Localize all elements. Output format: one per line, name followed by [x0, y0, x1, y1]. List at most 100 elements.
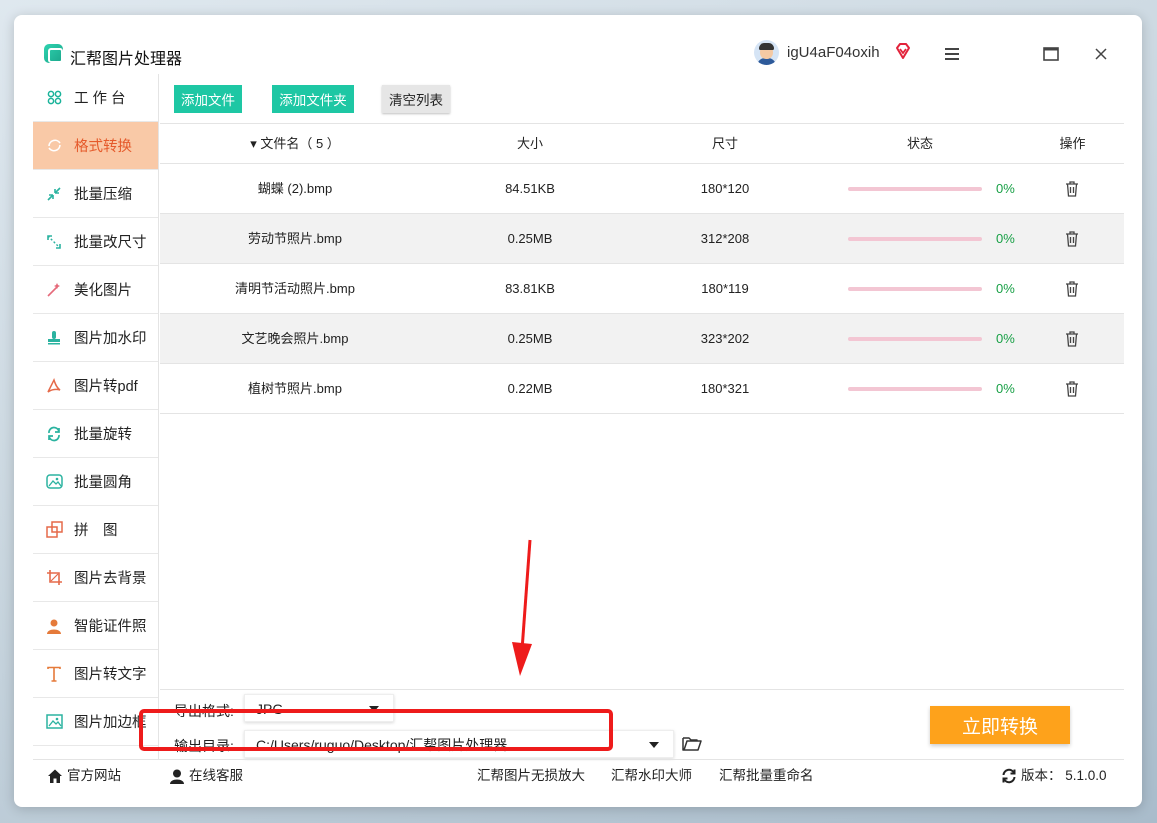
sidebar-item-round-corner[interactable]: 批量圆角 [33, 458, 158, 506]
file-name: 清明节活动照片.bmp [235, 281, 355, 296]
sidebar-item-label: 图片去背景 [74, 571, 147, 587]
puzzle-icon [45, 521, 63, 539]
sidebar-item-label: 图片加边框 [74, 715, 147, 731]
header-size: 大小 [516, 136, 543, 151]
add-folder-button[interactable]: 添加文件夹 [272, 85, 354, 113]
close-button[interactable] [1086, 39, 1116, 69]
file-dimensions: 180*120 [700, 181, 750, 196]
table-row[interactable]: 植树节照片.bmp 0.22MB 180*321 0% [160, 364, 1124, 414]
file-size: 0.25MB [507, 331, 553, 346]
header-status: 状态 [906, 136, 933, 151]
sidebar-item-puzzle[interactable]: 拼 图 [33, 506, 158, 554]
sidebar-item-label: 美化图片 [74, 283, 132, 299]
file-dimensions: 312*208 [700, 231, 750, 246]
file-table: ▾ 文件名（ 5 ） 大小 尺寸 状态 操作 蝴蝶 (2).bmp 84.51K… [160, 124, 1124, 414]
crop-icon [45, 569, 63, 587]
hamburger-icon [945, 48, 959, 60]
progress-percent: 0% [996, 381, 1015, 396]
sidebar-item-beautify[interactable]: 美化图片 [33, 266, 158, 314]
trash-icon[interactable] [1065, 331, 1079, 347]
batch-rename-link[interactable]: 汇帮批量重命名 [719, 760, 814, 792]
sidebar-item-label: 批量圆角 [74, 475, 132, 491]
sidebar-item-workbench[interactable]: 工 作 台 [33, 74, 158, 122]
file-dimensions: 180*119 [701, 281, 749, 296]
convert-icon [45, 137, 63, 155]
lossless-upscale-link[interactable]: 汇帮图片无损放大 [477, 760, 585, 792]
sidebar-item-to-pdf[interactable]: 图片转pdf [33, 362, 158, 410]
title-bar: 汇帮图片处理器 igU4aF04oxih [14, 15, 1142, 73]
sidebar-item-label: 批量旋转 [74, 427, 132, 443]
file-name: 蝴蝶 (2).bmp [257, 181, 333, 196]
rotate-icon [45, 425, 63, 443]
file-name: 文艺晚会照片.bmp [241, 331, 349, 346]
headset-icon [170, 769, 184, 784]
resize-icon [45, 233, 63, 251]
table-row[interactable]: 清明节活动照片.bmp 83.81KB 180*119 0% [160, 264, 1124, 314]
progress-percent: 0% [996, 281, 1015, 296]
app-window: 汇帮图片处理器 igU4aF04oxih 工 作 台 格式转换 批量压缩 批量改… [14, 15, 1142, 807]
file-dimensions: 323*202 [700, 331, 750, 346]
user-avatar[interactable] [754, 40, 779, 65]
progress-bar [848, 237, 982, 241]
progress-bar [848, 187, 982, 191]
sidebar-item-label: 批量压缩 [74, 187, 132, 203]
convert-now-button[interactable]: 立即转换 [930, 706, 1070, 744]
footer: 官方网站 在线客服 汇帮图片无损放大 汇帮水印大师 汇帮批量重命名 版本： 5.… [33, 759, 1124, 791]
sidebar-item-label: 图片加水印 [74, 331, 147, 347]
progress-bar [848, 337, 982, 341]
sidebar-item-batch-compress[interactable]: 批量压缩 [33, 170, 158, 218]
sidebar-item-remove-bg[interactable]: 图片去背景 [33, 554, 158, 602]
app-title: 汇帮图片处理器 [70, 51, 183, 68]
add-file-button[interactable]: 添加文件 [174, 85, 242, 113]
maximize-button[interactable] [1036, 39, 1066, 69]
file-size: 83.81KB [505, 281, 555, 296]
trash-icon[interactable] [1065, 281, 1079, 297]
progress-percent: 0% [996, 231, 1015, 246]
sidebar-item-format-convert[interactable]: 格式转换 [33, 122, 158, 170]
person-icon [45, 617, 63, 635]
online-support-link[interactable]: 在线客服 [169, 760, 243, 792]
vip-diamond-icon[interactable] [894, 42, 912, 60]
round-corner-icon [45, 473, 63, 491]
table-row[interactable]: 劳动节照片.bmp 0.25MB 312*208 0% [160, 214, 1124, 264]
sidebar-item-to-text[interactable]: 图片转文字 [33, 650, 158, 698]
sidebar-item-batch-rotate[interactable]: 批量旋转 [33, 410, 158, 458]
trash-icon[interactable] [1065, 231, 1079, 247]
table-row[interactable]: 文艺晚会照片.bmp 0.25MB 323*202 0% [160, 314, 1124, 364]
trash-icon[interactable] [1065, 381, 1079, 397]
header-dimensions: 尺寸 [711, 136, 738, 151]
refresh-icon [1002, 768, 1016, 784]
progress-bar [848, 287, 982, 291]
beautify-icon [45, 281, 63, 299]
header-filename[interactable]: ▾ 文件名（ 5 ） [160, 124, 430, 164]
clear-list-button[interactable]: 清空列表 [382, 85, 450, 113]
sidebar-item-batch-resize[interactable]: 批量改尺寸 [33, 218, 158, 266]
arrow-down-icon [512, 539, 532, 676]
frame-icon [45, 713, 63, 731]
sidebar-item-watermark[interactable]: 图片加水印 [33, 314, 158, 362]
sidebar-item-label: 图片转文字 [74, 667, 147, 683]
app-logo-icon [44, 44, 63, 63]
trash-icon[interactable] [1065, 181, 1079, 197]
maximize-icon [1043, 47, 1059, 61]
file-name: 植树节照片.bmp [248, 381, 342, 396]
file-size: 0.22MB [507, 381, 553, 396]
official-website-link[interactable]: 官方网站 [47, 760, 121, 792]
progress-bar [848, 387, 982, 391]
sidebar-item-label: 拼 图 [74, 523, 118, 539]
sidebar-item-id-photo[interactable]: 智能证件照 [33, 602, 158, 650]
text-icon [45, 665, 63, 683]
table-row[interactable]: 蝴蝶 (2).bmp 84.51KB 180*120 0% [160, 164, 1124, 214]
progress-percent: 0% [996, 331, 1015, 346]
watermark-master-link[interactable]: 汇帮水印大师 [611, 760, 692, 792]
sidebar-item-label: 图片转pdf [74, 379, 138, 395]
version-info[interactable]: 版本： 5.1.0.0 [1001, 760, 1107, 792]
username[interactable]: igU4aF04oxih [787, 44, 880, 61]
menu-button[interactable] [937, 39, 967, 69]
compress-icon [45, 185, 63, 203]
folder-open-icon[interactable] [682, 735, 702, 751]
toolbar: 添加文件 添加文件夹 清空列表 [160, 74, 1124, 124]
progress-percent: 0% [996, 181, 1015, 196]
sidebar-item-label: 格式转换 [74, 139, 132, 155]
sidebar-item-label: 批量改尺寸 [74, 235, 147, 251]
